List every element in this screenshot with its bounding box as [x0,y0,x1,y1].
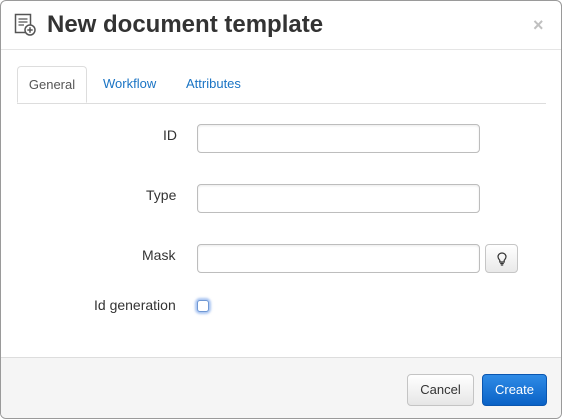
tab-bar: General Workflow Attributes [17,66,546,104]
tab-general[interactable]: General [17,66,87,103]
id-label: ID [163,127,177,143]
mask-hint-button[interactable] [485,244,518,273]
mask-input[interactable] [197,244,480,273]
tab-workflow[interactable]: Workflow [103,66,156,102]
dialog-title: New document template [47,11,324,38]
create-button[interactable]: Create [482,374,547,406]
cancel-button[interactable]: Cancel [407,374,474,406]
mask-label: Mask [142,247,176,263]
new-document-template-dialog: New document template × General Workflow… [0,0,562,419]
id-input[interactable] [197,124,480,153]
document-add-icon [14,13,36,36]
id-generation-label: Id generation [94,297,176,313]
dialog-footer: Cancel Create [1,357,561,418]
type-input[interactable] [197,184,480,213]
dialog-header: New document template × [1,1,561,50]
lightbulb-icon [497,252,507,266]
id-generation-checkbox[interactable] [197,300,209,312]
type-label: Type [146,187,177,203]
close-icon[interactable]: × [533,13,544,37]
tab-attributes[interactable]: Attributes [186,66,241,102]
